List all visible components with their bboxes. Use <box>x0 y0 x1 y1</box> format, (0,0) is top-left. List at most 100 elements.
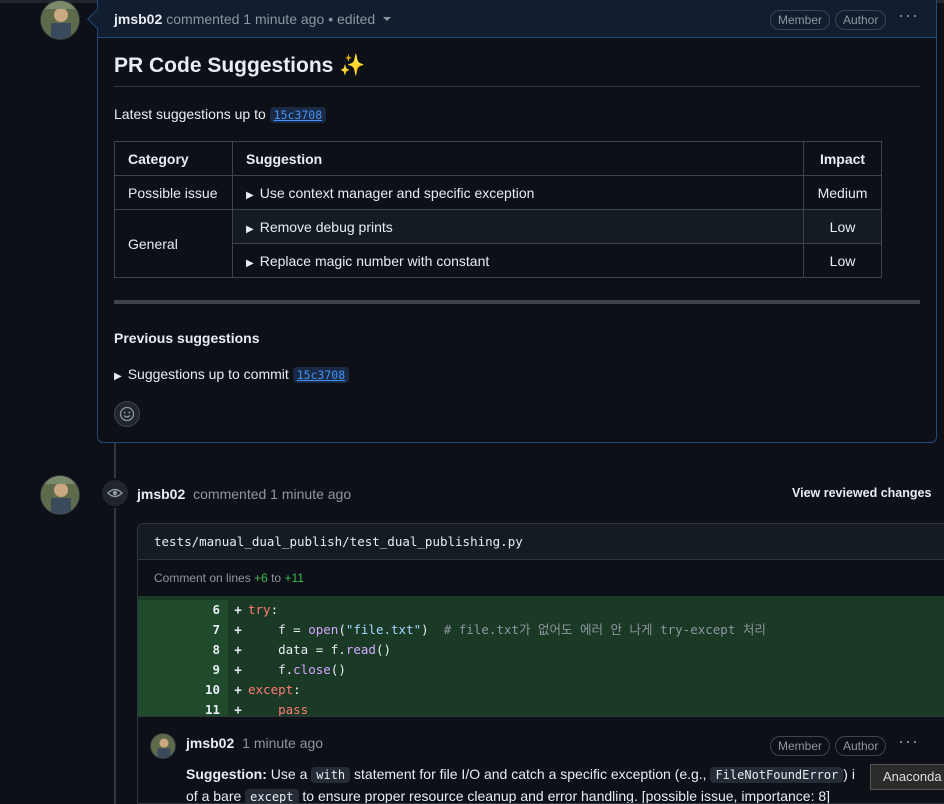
suggestion-text: ) i <box>843 766 855 782</box>
diff-line: 7 + f = open("file.txt") # file.txt가 없어도 … <box>138 620 944 640</box>
sparkles-icon: ✨ <box>339 54 366 77</box>
avatar-photo-icon <box>41 476 79 514</box>
code-token: try <box>248 602 271 617</box>
code-token: # file.txt가 없어도 에러 안 나게 try-except 처리 <box>443 622 766 637</box>
code-token: : <box>270 602 279 617</box>
inline-code: FileNotFoundError <box>710 767 844 783</box>
code-token: ( <box>338 622 346 637</box>
chevron-down-icon[interactable] <box>383 16 392 21</box>
reply-header: jmsb02 1 minute ago <box>186 735 323 751</box>
code-token: () <box>330 662 346 677</box>
view-reviewed-changes-link[interactable]: View reviewed changes <box>792 486 931 500</box>
avatar-photo-icon <box>151 734 175 758</box>
line-to: +11 <box>284 571 304 585</box>
avatar[interactable] <box>40 475 80 515</box>
suggestion-body: Suggestion: Use a with statement for fil… <box>186 764 944 804</box>
line-number[interactable]: 6 <box>138 600 228 620</box>
line-from: +6 <box>254 571 268 585</box>
inline-code: except <box>245 789 299 803</box>
latest-suggestions-line: Latest suggestions up to 15c3708 <box>114 106 327 123</box>
file-path[interactable]: tests/manual_dual_publish/test_dual_publ… <box>138 524 944 560</box>
plus-icon: + <box>234 602 242 617</box>
diff-hunk: 6 + try: 7 + f = open("file.txt") # file.txt… <box>138 596 944 724</box>
code-token: f = <box>248 622 309 637</box>
impact-cell: Low <box>803 243 882 278</box>
suggestion-text: to ensure proper resource cleanup and er… <box>302 788 831 804</box>
triangle-right-icon[interactable]: ▶ <box>246 190 254 201</box>
code-text: f = open("file.txt") # file.txt가 없어도 에러 … <box>248 620 766 640</box>
commit-link[interactable]: 15c3708 <box>292 367 350 383</box>
code-token: ) <box>421 622 444 637</box>
code-token: : <box>293 682 301 697</box>
code-token: () <box>375 642 392 657</box>
triangle-right-icon[interactable]: ▶ <box>114 371 122 382</box>
reply-author[interactable]: jmsb02 <box>186 735 234 751</box>
code-token: f. <box>248 662 294 677</box>
diff-line: 6 + try: <box>138 600 944 620</box>
line-number[interactable]: 8 <box>138 640 228 660</box>
category-cell: Possible issue <box>114 175 233 210</box>
kebab-menu-icon[interactable]: ··· <box>898 732 918 754</box>
comment-lines-info: Comment on lines +6 to +11 <box>138 560 944 596</box>
comment-author[interactable]: jmsb02 <box>137 486 185 502</box>
smiley-icon <box>119 406 135 422</box>
diff-line: 9 + f.close() <box>138 660 944 680</box>
suggestions-table: Category Suggestion Impact Possible issu… <box>114 141 882 278</box>
app-tooltip: Anaconda <box>870 764 944 790</box>
comment-timestamp[interactable]: commented 1 minute ago <box>193 486 351 502</box>
triangle-right-icon[interactable]: ▶ <box>246 224 254 235</box>
add-reaction-button[interactable] <box>114 401 140 427</box>
line-number[interactable]: 7 <box>138 620 228 640</box>
previous-suggestions-heading: Previous suggestions <box>114 330 260 346</box>
table-row: Possible issue ▶ Use context manager and … <box>114 175 882 210</box>
code-text: try: <box>248 600 278 620</box>
triangle-right-icon[interactable]: ▶ <box>246 258 254 269</box>
reply-timestamp[interactable]: 1 minute ago <box>242 735 323 751</box>
comment-author[interactable]: jmsb02 <box>114 11 162 27</box>
suggestion-summary[interactable]: Remove debug prints <box>260 219 393 235</box>
suggestion-cell[interactable]: ▶ Replace magic number with constant <box>232 243 804 278</box>
diff-line: 10 + except: <box>138 680 944 700</box>
suggestion-cell[interactable]: ▶ Use context manager and specific except… <box>232 175 804 210</box>
col-suggestion: Suggestion <box>232 141 804 176</box>
previous-suggestions-toggle[interactable]: ▶ Suggestions up to commit 15c3708 <box>114 366 350 383</box>
impact-cell: Medium <box>803 175 882 210</box>
edited-dropdown[interactable]: • edited <box>328 11 375 27</box>
suggestion-cell[interactable]: ▶ Remove debug prints <box>232 209 804 244</box>
plus-icon: + <box>234 622 242 637</box>
code-token: close <box>293 662 331 677</box>
latest-prefix: Latest suggestions up to <box>114 106 266 122</box>
member-badge: Member <box>770 10 831 30</box>
category-cell: General <box>114 209 233 278</box>
line-number[interactable]: 10 <box>138 680 228 700</box>
suggestion-text: statement for file I/O and catch a speci… <box>354 766 707 782</box>
code-token: pass <box>278 702 309 717</box>
suggestion-summary[interactable]: Replace magic number with constant <box>260 253 490 269</box>
previous-item-label[interactable]: Suggestions up to commit <box>128 366 289 382</box>
line-to-word: to <box>271 571 282 585</box>
kebab-menu-icon[interactable]: ··· <box>898 6 918 28</box>
divider <box>114 300 920 304</box>
commit-link[interactable]: 15c3708 <box>269 107 327 123</box>
code-token: open <box>308 622 339 637</box>
suggestion-text: Use a <box>270 766 308 782</box>
col-category: Category <box>114 141 233 176</box>
comment-header: jmsb02 commented 1 minute ago • edited M… <box>98 0 936 38</box>
suggestion-text: of a bare <box>186 788 242 804</box>
avatar[interactable] <box>150 733 176 759</box>
code-token: "file.txt" <box>345 622 422 637</box>
impact-cell: Low <box>803 209 882 244</box>
suggestion-summary[interactable]: Use context manager and specific excepti… <box>260 185 535 201</box>
plus-icon: + <box>234 682 242 697</box>
title-text: PR Code Suggestions <box>114 54 334 77</box>
code-text: f.close() <box>248 660 346 680</box>
suggestion-label: Suggestion: <box>186 766 267 782</box>
comment-timestamp[interactable]: commented 1 minute ago <box>166 11 324 27</box>
avatar-photo-icon <box>41 1 79 39</box>
author-badge: Author <box>835 10 887 30</box>
eye-icon <box>100 478 130 508</box>
line-number[interactable]: 9 <box>138 660 228 680</box>
avatar[interactable] <box>40 0 80 40</box>
col-impact: Impact <box>803 141 882 176</box>
